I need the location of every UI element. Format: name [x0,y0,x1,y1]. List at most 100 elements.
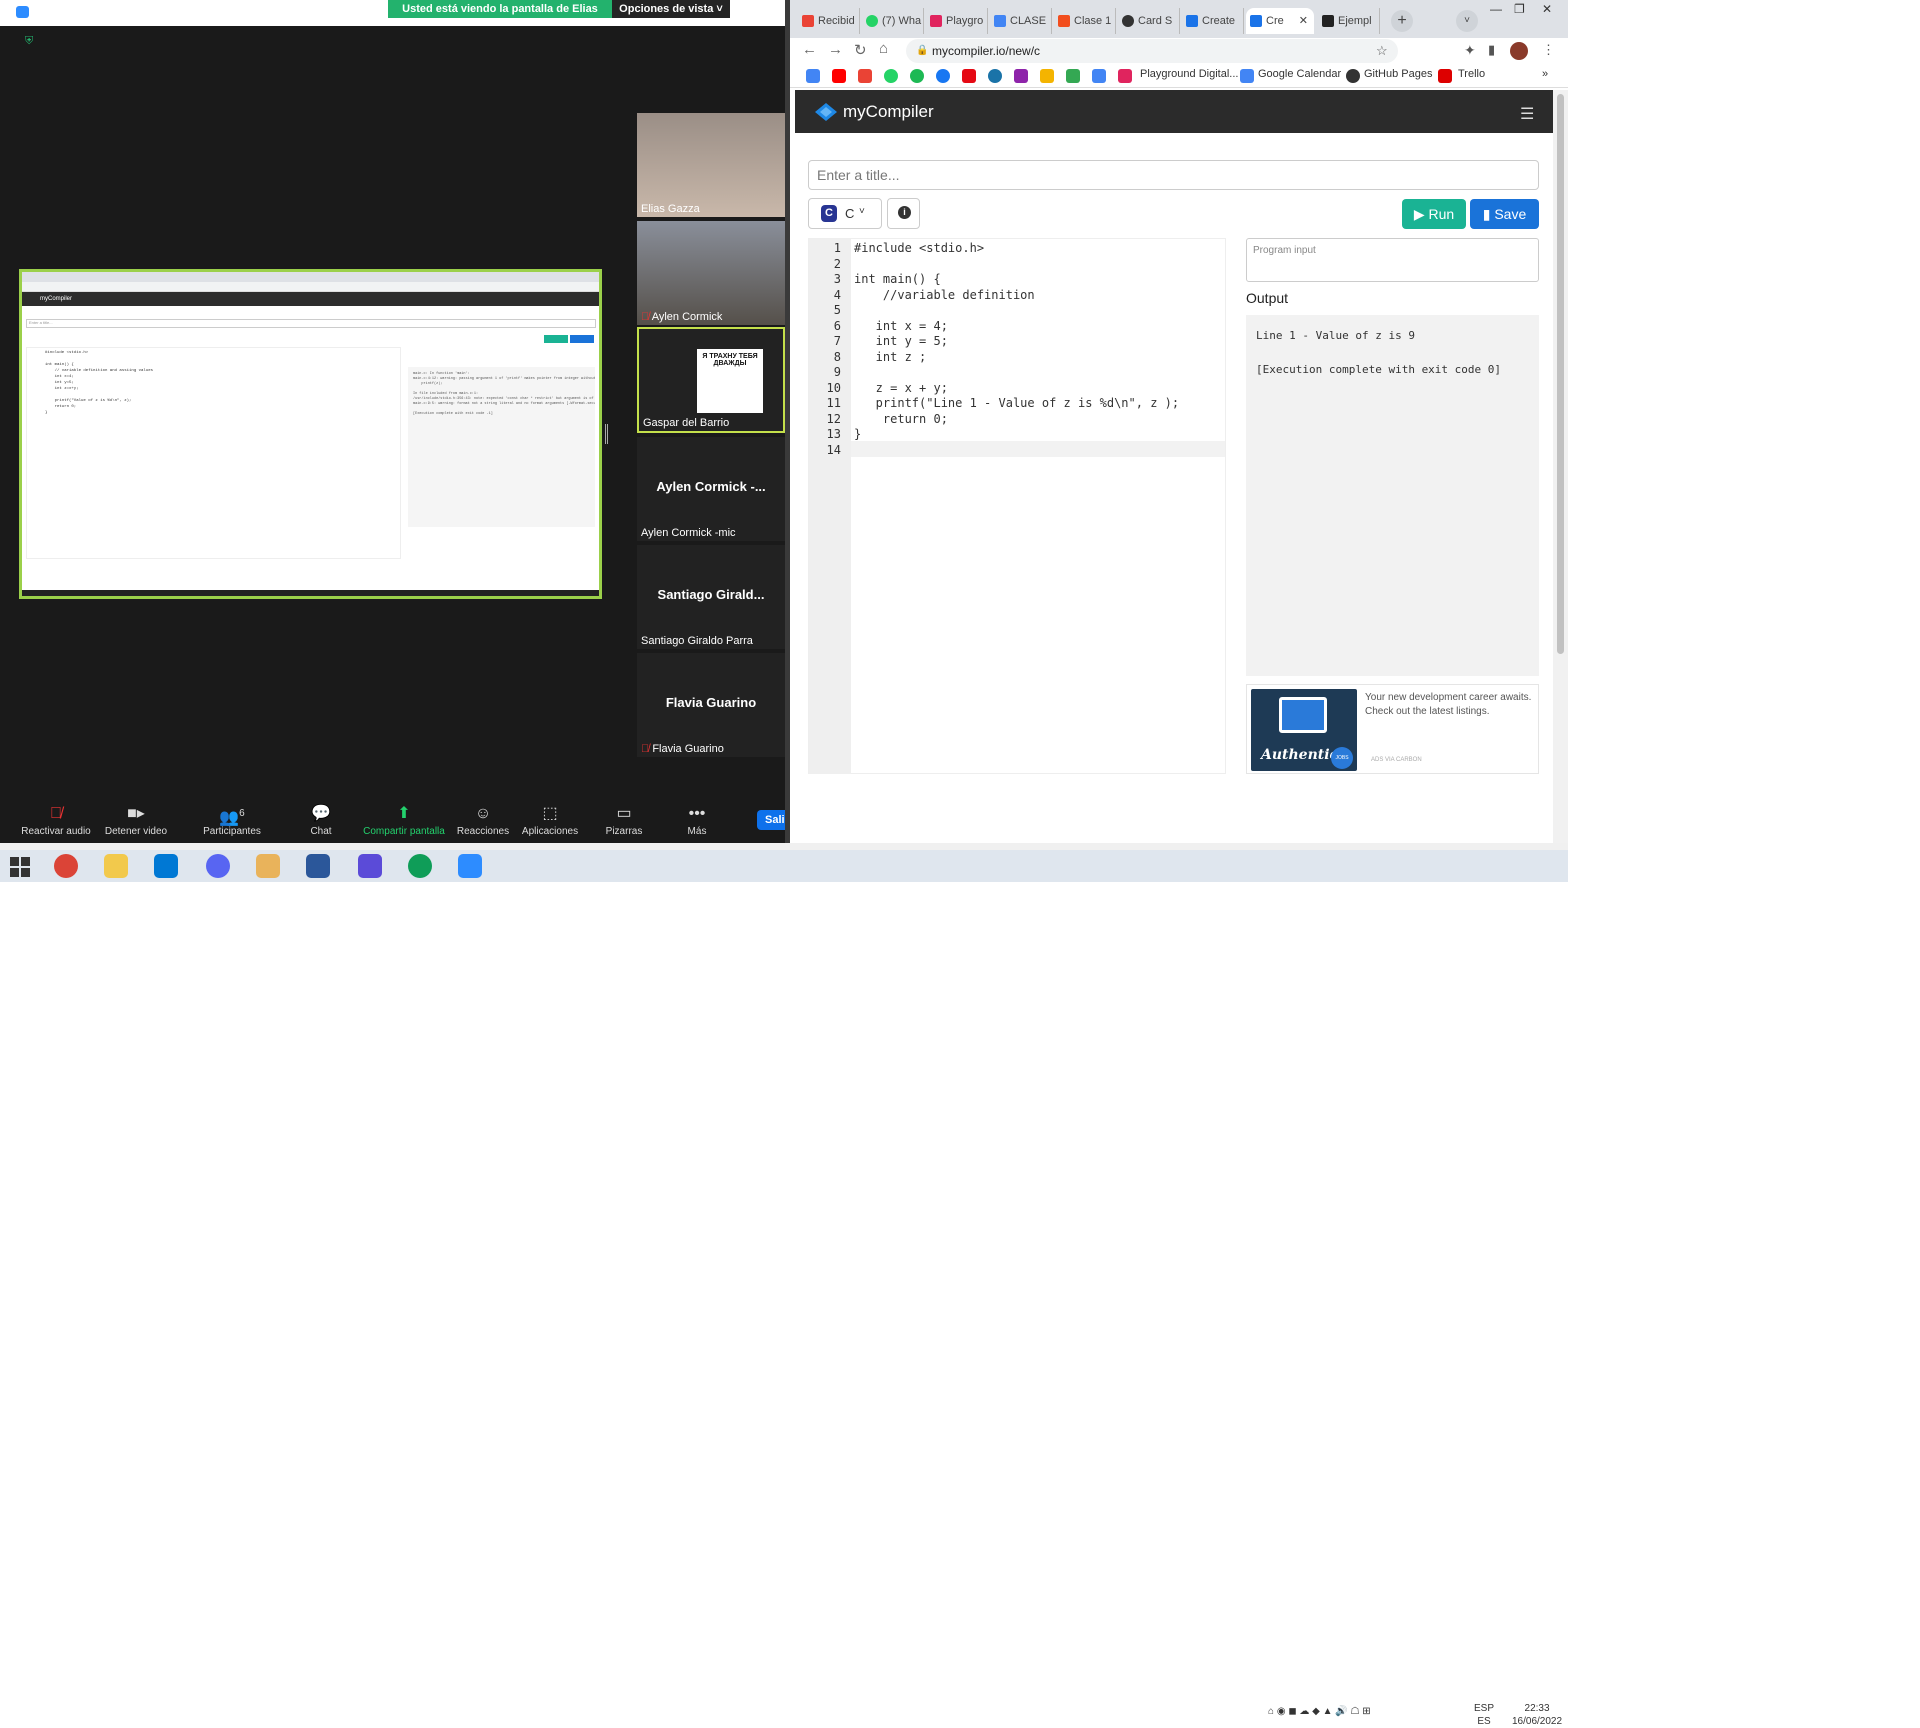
zoom-taskbar-icon[interactable] [458,854,482,878]
word-icon[interactable] [306,854,330,878]
tab-ejemplo[interactable]: Ejempl [1318,8,1380,34]
gmail-icon [802,15,814,27]
tab-whatsapp[interactable]: (7) Wha [862,8,924,34]
chrome-profile-icon[interactable] [408,854,432,878]
bookmark-star-icon[interactable]: ☆ [1376,39,1388,63]
tab-clase[interactable]: CLASE [990,8,1052,34]
netflix-icon[interactable] [962,69,976,83]
playground-icon[interactable] [1118,69,1132,83]
line-number-gutter: 1 2 3 4 5 6 7 8 9 10 11 12 13 14 [809,239,851,774]
minimize-button[interactable]: — [1490,2,1502,16]
app-icon[interactable] [1040,69,1054,83]
vscode-icon[interactable] [154,854,178,878]
whiteboard-icon: ▭ [616,805,632,822]
view-options-button[interactable]: Opciones de vista ˅ [612,0,730,18]
whatsapp-icon[interactable] [884,69,898,83]
carbon-ad[interactable]: Authentic JOBS Your new development care… [1246,684,1539,774]
participant-tile[interactable]: 🎙̸ Aylen Cormick [637,221,785,325]
windows-start-icon[interactable] [10,857,30,877]
menu-icon[interactable]: ⋮ [1542,42,1555,58]
shared-taskbar [22,590,599,596]
unmute-button[interactable]: 🎙̸ Reactivar audio [21,804,91,837]
extensions-icon[interactable]: ✦ [1464,42,1476,59]
browser-toolbar: ← → ↻ ⌂ 🔒 mycompiler.io/new/c ☆ ✦ ▮ ⋮ [790,38,1568,64]
participant-tile[interactable]: Elias Gazza [637,113,785,217]
tab-create-active[interactable]: Cre ✕ [1246,8,1314,34]
bookmark-github-pages[interactable]: GitHub Pages [1364,68,1432,80]
system-tray-icons[interactable]: ⌂ ◉ ◼ ☁ ◆ ▲ 🔊 ☖ ⊞ [1268,1706,1371,1717]
participants-button[interactable]: 👥6 Participantes [199,804,265,837]
windows-taskbar: ⌂ ◉ ◼ ☁ ◆ ▲ 🔊 ☖ ⊞ ESP ES 22:33 16/06/2022 [0,850,1568,1727]
program-input[interactable]: Program input [1246,238,1539,282]
maximize-button[interactable]: ❐ [1514,2,1525,16]
new-tab-button[interactable]: + [1391,10,1413,32]
drive-icon[interactable] [1066,69,1080,83]
spotify-icon[interactable] [910,69,924,83]
reload-icon[interactable]: ↻ [854,41,867,59]
youtube-icon[interactable] [832,69,846,83]
title-input[interactable]: Enter a title... [808,160,1539,190]
code-editor[interactable]: 1 2 3 4 5 6 7 8 9 10 11 12 13 14 #include <stdio.h> in… [808,238,1226,774]
language-select[interactable]: C C ˅ [808,198,882,229]
participant-tile[interactable]: Santiago Girald... Santiago Giraldo Parr… [637,545,785,649]
more-button[interactable]: ••• Más [679,804,715,837]
back-icon[interactable]: ← [802,41,817,58]
info-icon: i [898,206,911,219]
leave-button[interactable]: Salir [757,810,789,830]
stop-video-button[interactable]: ■▸ Detener video [101,804,171,837]
participant-tile[interactable]: Flavia Guarino 🎙̸ Flavia Guarino [637,653,785,757]
page-scrollbar[interactable] [1553,90,1568,843]
docs-icon[interactable] [1092,69,1106,83]
tab-create[interactable]: Create [1182,8,1244,34]
gmail-icon[interactable] [858,69,872,83]
save-button[interactable]: ▮ Save [1470,199,1539,229]
chrome-taskbar-icon[interactable] [54,854,78,878]
profile-avatar[interactable] [1510,42,1528,60]
encryption-shield-icon: ⛨ [25,35,34,47]
bookmark-google-calendar[interactable]: Google Calendar [1258,68,1341,80]
bookmark-trello[interactable]: Trello [1458,68,1485,80]
media-icon[interactable] [988,69,1002,83]
run-button[interactable]: ▶ Run [1402,199,1466,229]
shared-title-input: Enter a title... [26,319,596,328]
tab-clase-1[interactable]: Clase 1 [1054,8,1116,34]
address-bar[interactable]: 🔒 mycompiler.io/new/c ☆ [906,39,1398,63]
participant-tile-active[interactable]: Я ТРАХНУ ТЕБЯ ДВАЖДЫ Gaspar del Barrio [637,327,785,433]
google-icon[interactable] [806,69,820,83]
participant-tile[interactable]: Aylen Cormick -... Aylen Cormick -mic [637,437,785,541]
clock[interactable]: 22:33 16/06/2022 [1512,1702,1562,1728]
output-label: Output [1246,290,1289,306]
reactions-button[interactable]: ☺ Reacciones [455,804,511,837]
tab-gmail[interactable]: Recibid [798,8,860,34]
whiteboard-button[interactable]: ▭ Pizarras [599,804,649,837]
info-button[interactable]: i [887,198,920,229]
pdf-icon [1322,15,1334,27]
scrollbar-thumb[interactable] [1557,94,1564,654]
chat-button[interactable]: 💬 Chat [301,804,341,837]
home-icon[interactable]: ⌂ [879,40,888,57]
app-icon[interactable] [256,854,280,878]
hamburger-menu-icon[interactable]: ☰ [1520,104,1534,124]
forward-icon[interactable]: → [828,41,843,58]
tab-search-button[interactable]: ˅ [1456,10,1478,32]
share-screen-button[interactable]: ⬆ Compartir pantalla [361,804,447,837]
side-panel-icon[interactable]: ▮ [1488,42,1495,58]
m-icon[interactable] [1014,69,1028,83]
tab-strip: Recibid (7) Wha Playgro CLASE Clase 1 Ca… [790,0,1568,38]
discord-icon[interactable] [206,854,230,878]
participant-big-name: Santiago Girald... [657,587,765,602]
more-bookmarks-icon[interactable]: » [1542,68,1548,80]
close-tab-icon[interactable]: ✕ [1299,8,1308,34]
resize-handle[interactable] [605,424,608,444]
input-language[interactable]: ESP ES [1474,1702,1494,1728]
settings-icon[interactable] [358,854,382,878]
apps-button[interactable]: ⬚ Aplicaciones [517,804,583,837]
tab-playground[interactable]: Playgro [926,8,988,34]
bookmark-playground[interactable]: Playground Digital... [1140,68,1238,80]
trello-icon [1438,69,1452,83]
facebook-icon[interactable] [936,69,950,83]
close-window-button[interactable]: ✕ [1542,2,1552,16]
line-number: 4 [833,287,841,302]
file-explorer-icon[interactable] [104,854,128,878]
tab-card[interactable]: Card S [1118,8,1180,34]
